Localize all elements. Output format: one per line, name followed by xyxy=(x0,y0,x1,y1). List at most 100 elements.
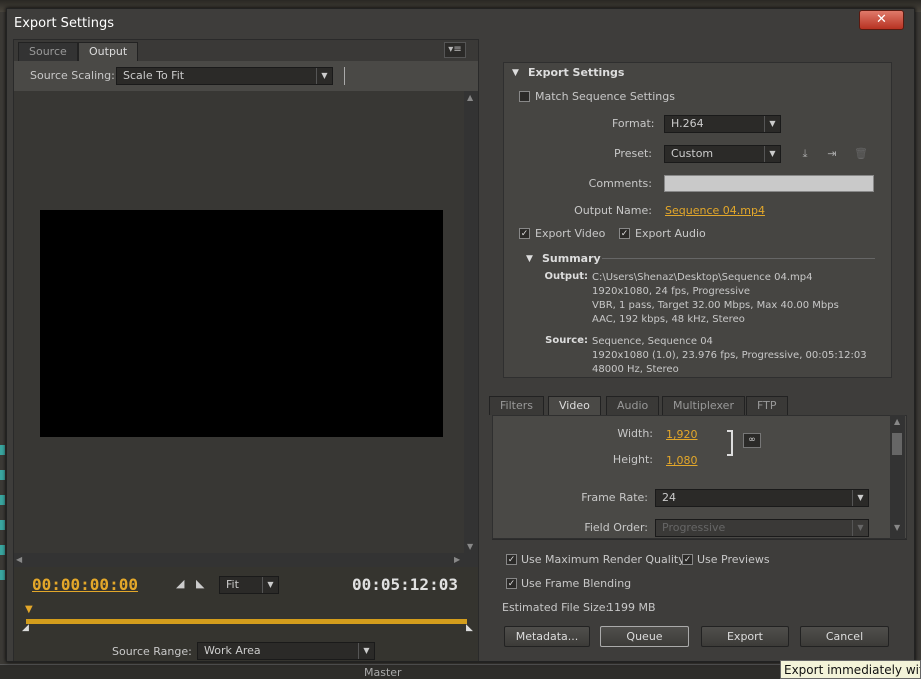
cancel-button[interactable]: Cancel xyxy=(800,626,889,647)
save-preset-icon[interactable]: ⤓ xyxy=(797,147,813,161)
preset-dropdown[interactable]: Custom ▼ xyxy=(664,145,781,163)
export-audio-label: Export Audio xyxy=(635,227,706,240)
summary-source-line: Sequence, Sequence 04 xyxy=(592,336,713,347)
timecode-current[interactable]: 00:00:00:00 xyxy=(32,575,138,594)
frame-rate-value: 24 xyxy=(662,491,676,504)
frame-rate-label: Frame Rate: xyxy=(581,491,648,504)
height-value[interactable]: 1,080 xyxy=(666,454,698,467)
render-options-area: ✓ Use Maximum Render Quality ✓ Use Previ… xyxy=(492,539,907,661)
source-range-dropdown[interactable]: Work Area ▼ xyxy=(197,642,375,660)
summary-collapse-icon[interactable]: ▼ xyxy=(526,254,533,264)
field-order-label: Field Order: xyxy=(584,521,648,534)
metadata-button[interactable]: Metadata... xyxy=(504,626,590,647)
export-settings-group: ▼ Export Settings Match Sequence Setting… xyxy=(503,62,892,378)
comments-field[interactable] xyxy=(664,175,874,192)
settings-panel: ▼ Export Settings Match Sequence Setting… xyxy=(484,39,911,661)
max-render-checkbox[interactable]: ✓ xyxy=(506,554,517,565)
summary-output-line: 1920x1080, 24 fps, Progressive xyxy=(592,286,751,297)
file-size-value: 1199 MB xyxy=(607,601,656,614)
export-video-label: Export Video xyxy=(535,227,606,240)
use-previews-checkbox[interactable]: ✓ xyxy=(682,554,693,565)
chevron-down-icon: ▼ xyxy=(764,116,780,132)
timecode-duration: 00:05:12:03 xyxy=(352,575,458,594)
in-point-icon[interactable]: ◢ xyxy=(22,623,29,633)
use-previews-label: Use Previews xyxy=(697,553,770,566)
queue-button[interactable]: Queue xyxy=(600,626,689,647)
frame-rate-dropdown[interactable]: 24 ▼ xyxy=(655,489,869,507)
import-preset-icon[interactable]: ⇥ xyxy=(824,147,840,161)
export-settings-heading: Export Settings xyxy=(528,66,625,79)
format-value: H.264 xyxy=(671,117,704,130)
height-label: Height: xyxy=(612,453,653,466)
tab-audio[interactable]: Audio xyxy=(606,396,660,415)
panel-menu-icon[interactable]: ▾≡ xyxy=(444,42,466,58)
scroll-thumb[interactable] xyxy=(892,433,902,455)
width-label: Width: xyxy=(617,427,653,440)
zoom-fit-dropdown[interactable]: Fit ▼ xyxy=(219,576,279,594)
mark-in-icon[interactable]: ◢ xyxy=(176,577,184,590)
summary-output-line: C:\Users\Shenaz\Desktop\Sequence 04.mp4 xyxy=(592,272,813,283)
link-aspect-icon[interactable]: ∞ xyxy=(743,433,761,448)
tab-ftp[interactable]: FTP xyxy=(746,396,788,415)
aspect-bracket xyxy=(727,430,733,456)
format-dropdown[interactable]: H.264 ▼ xyxy=(664,115,781,133)
collapse-triangle-icon[interactable]: ▼ xyxy=(512,68,519,78)
chevron-down-icon: ▼ xyxy=(852,520,868,536)
export-audio-checkbox[interactable]: ✓ xyxy=(619,228,630,239)
width-value[interactable]: 1,920 xyxy=(666,428,698,441)
tab-filters[interactable]: Filters xyxy=(489,396,544,415)
playhead-icon[interactable]: ▼ xyxy=(25,604,33,615)
chevron-down-icon: ▼ xyxy=(316,68,332,84)
vertical-scrollbar[interactable]: ▲ ▼ xyxy=(464,91,478,553)
source-scaling-label: Source Scaling: xyxy=(30,69,115,82)
scroll-down-icon[interactable]: ▼ xyxy=(894,523,900,532)
output-name-link[interactable]: Sequence 04.mp4 xyxy=(665,204,765,217)
scroll-down-icon[interactable]: ▼ xyxy=(467,542,473,551)
scroll-up-icon[interactable]: ▲ xyxy=(894,417,900,426)
out-point-icon[interactable]: ◣ xyxy=(466,623,473,633)
format-label: Format: xyxy=(612,117,655,130)
chevron-down-icon: ▼ xyxy=(262,577,278,593)
scroll-right-icon[interactable]: ▶ xyxy=(454,555,460,564)
video-settings-area: Width: 1,920 Height: 1,080 ∞ Frame Rate:… xyxy=(492,415,907,539)
export-button[interactable]: Export xyxy=(701,626,789,647)
summary-heading: Summary xyxy=(542,252,601,265)
chevron-down-icon: ▼ xyxy=(358,643,374,659)
video-preview xyxy=(40,210,443,437)
export-video-checkbox[interactable]: ✓ xyxy=(519,228,530,239)
max-render-label: Use Maximum Render Quality xyxy=(521,553,685,566)
horizontal-scrollbar[interactable]: ◀ ▶ xyxy=(14,553,478,567)
frame-blending-checkbox[interactable]: ✓ xyxy=(506,578,517,589)
tab-output[interactable]: Output xyxy=(78,42,139,61)
summary-source-label: Source: xyxy=(545,335,588,346)
comments-label: Comments: xyxy=(588,177,652,190)
mark-out-icon[interactable]: ◣ xyxy=(196,577,204,590)
output-name-label: Output Name: xyxy=(574,204,652,217)
preview-area xyxy=(14,91,464,553)
file-size-label: Estimated File Size: xyxy=(502,601,610,614)
source-scaling-bar: Source Scaling: Scale To Fit ▼ xyxy=(14,61,478,91)
window-title: Export Settings xyxy=(14,16,115,31)
divider xyxy=(344,67,345,85)
source-scaling-dropdown[interactable]: Scale To Fit ▼ xyxy=(116,67,333,85)
field-order-dropdown[interactable]: Progressive ▼ xyxy=(655,519,869,537)
transport-area: 00:00:00:00 ◢ ◣ Fit ▼ 00:05:12:03 ▼ ◢ ◣ … xyxy=(14,567,478,661)
scroll-left-icon[interactable]: ◀ xyxy=(16,555,22,564)
match-sequence-checkbox[interactable] xyxy=(519,91,530,102)
delete-preset-icon[interactable]: 🗑 xyxy=(853,147,869,161)
frame-blending-label: Use Frame Blending xyxy=(521,577,632,590)
tab-multiplexer[interactable]: Multiplexer xyxy=(662,396,745,415)
master-label: Master xyxy=(364,666,402,679)
summary-output-label: Output: xyxy=(544,271,588,282)
preset-label: Preset: xyxy=(613,147,652,160)
source-range-track[interactable] xyxy=(26,619,467,624)
tab-video[interactable]: Video xyxy=(548,396,601,415)
close-button[interactable]: ✕ xyxy=(859,10,904,30)
tab-source[interactable]: Source xyxy=(18,42,78,61)
preset-value: Custom xyxy=(671,147,714,160)
summary-output-line: AAC, 192 kbps, 48 kHz, Stereo xyxy=(592,314,745,325)
tooltip: Export immediately with xyxy=(780,660,921,679)
video-settings-scrollbar[interactable]: ▲ ▼ xyxy=(890,415,905,539)
export-settings-dialog: Export Settings ✕ Source Output ▾≡ Sourc… xyxy=(6,8,915,662)
scroll-up-icon[interactable]: ▲ xyxy=(467,93,473,102)
